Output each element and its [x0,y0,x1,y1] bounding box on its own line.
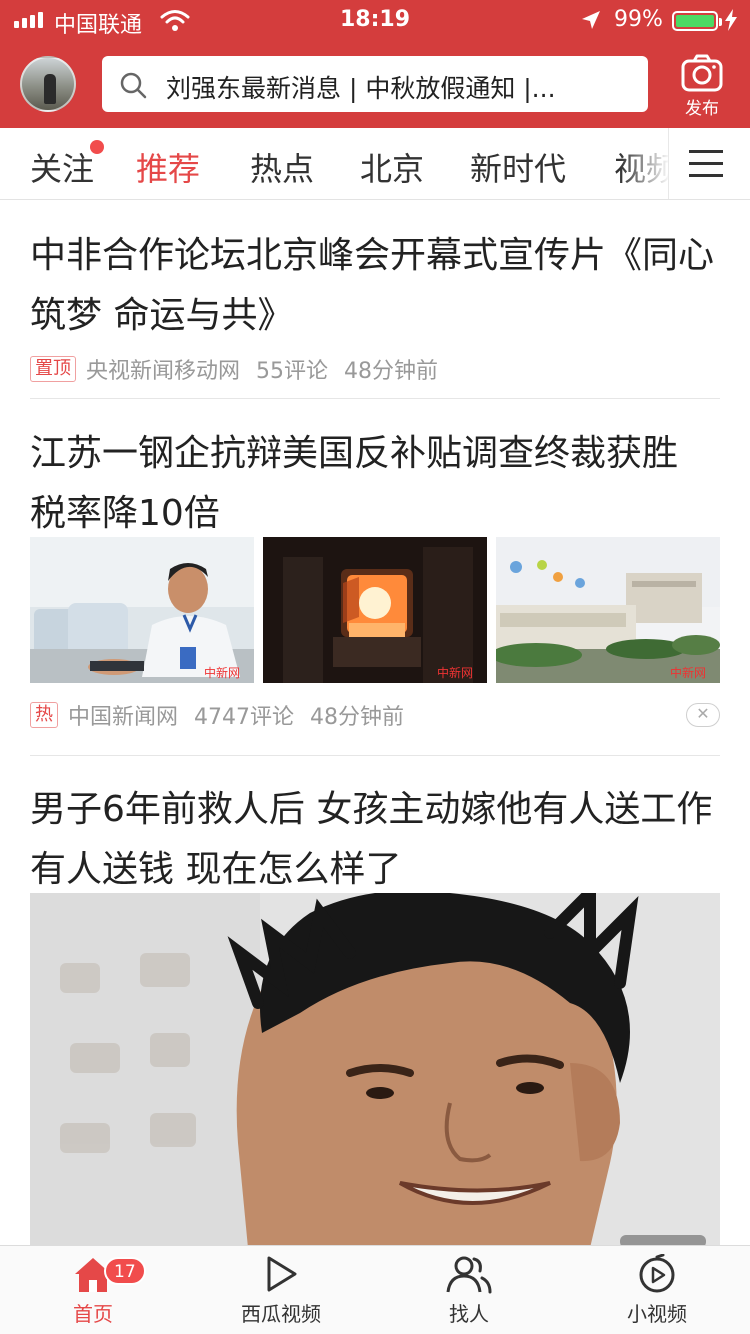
hot-tag: 热 [30,702,58,728]
divider [30,398,720,399]
tab-new-era[interactable]: 新时代 [470,144,566,190]
tabbar-label: 找人 [449,1302,489,1326]
tabbar-label: 西瓜视频 [241,1302,321,1326]
battery-percent: 99% [614,7,663,32]
tabbar-label: 首页 [73,1302,113,1326]
channel-menu-button[interactable] [668,128,750,199]
news-title[interactable]: 男子6年前救人后 女孩主动嫁他有人送工作有人送钱 现在怎么样了 [30,780,720,900]
news-time: 48分钟前 [344,359,439,384]
search-input[interactable]: 刘强东最新消息 | 中秋放假通知 |... [166,69,636,105]
play-icon [267,1256,297,1292]
thumbnail-furnace[interactable]: 中新网 [263,537,487,683]
unread-badge: 17 [104,1257,146,1285]
top-header: 中国联通 18:19 99% 刘强东最新消息 | 中秋放假通知 |... 发布 [0,0,750,128]
news-comments: 4747评论 [194,705,295,730]
news-title[interactable]: 江苏一钢企抗辩美国反补贴调查终裁获胜 税率降10倍 [30,424,720,544]
search-icon [120,72,147,99]
news-item[interactable]: 中非合作论坛北京峰会开幕式宣传片《同心筑梦 命运与共》 置顶 央视新闻移动网 5… [30,226,720,384]
tabbar-home[interactable]: 首页 17 [18,1254,168,1327]
tabbar-xigua-video[interactable]: 西瓜视频 [206,1254,356,1327]
people-icon [446,1256,492,1294]
tab-follow[interactable]: 关注 [30,144,94,190]
tabbar-short-video[interactable]: 小视频 [582,1254,732,1327]
user-avatar[interactable] [20,56,76,112]
location-arrow-icon [582,11,600,29]
watermark: 中新网 [436,666,473,680]
news-item[interactable]: 江苏一钢企抗辩美国反补贴调查终裁获胜 税率降10倍 [30,424,720,544]
news-source: 中国新闻网 [68,705,179,730]
publish-button[interactable]: 发布 [672,54,732,120]
news-meta-row: 热 中国新闻网 4747评论 48分钟前 ✕ [30,700,720,730]
watermark: 中新网 [669,666,706,680]
news-title[interactable]: 中非合作论坛北京峰会开幕式宣传片《同心筑梦 命运与共》 [30,226,720,346]
pinned-tag: 置顶 [30,356,76,382]
news-meta: 置顶 央视新闻移动网 55评论 48分钟前 [30,354,720,384]
charging-bolt-icon [725,9,737,31]
menu-icon [689,150,723,153]
publish-label: 发布 [685,99,719,119]
tabbar-find-people[interactable]: 找人 [394,1254,544,1327]
search-bar[interactable]: 刘强东最新消息 | 中秋放假通知 |... [102,56,648,112]
news-item[interactable]: 男子6年前救人后 女孩主动嫁他有人送工作有人送钱 现在怎么样了 [30,780,720,900]
status-bar: 中国联通 18:19 99% [0,0,750,40]
tabbar-label: 小视频 [627,1302,687,1326]
news-thumbnails[interactable]: 中新网 中新网 中新网 [30,537,720,683]
notification-dot [90,140,104,154]
news-meta: 热 中国新闻网 4747评论 48分钟前 [30,700,720,730]
news-cover-image[interactable] [30,893,720,1248]
channel-tabs: 关注 推荐 热点 北京 新时代 视频 [0,128,750,200]
dismiss-button[interactable]: ✕ [686,703,720,727]
thumbnail-man-at-desk[interactable]: 中新网 [30,537,254,683]
news-time: 48分钟前 [310,705,405,730]
news-source: 央视新闻移动网 [86,359,241,384]
tab-beijing[interactable]: 北京 [360,144,424,190]
camera-icon [681,54,723,92]
tab-recommend[interactable]: 推荐 [136,144,200,190]
divider [30,755,720,756]
tab-hot[interactable]: 热点 [250,144,314,190]
news-comments: 55评论 [256,359,329,384]
watermark: 中新网 [203,666,240,680]
bottom-tab-bar: 首页 17 西瓜视频 找人 小视频 [0,1245,750,1334]
thumbnail-company-gate[interactable]: 中新网 [496,537,720,683]
small-video-icon [639,1254,675,1293]
battery-icon [672,11,722,31]
